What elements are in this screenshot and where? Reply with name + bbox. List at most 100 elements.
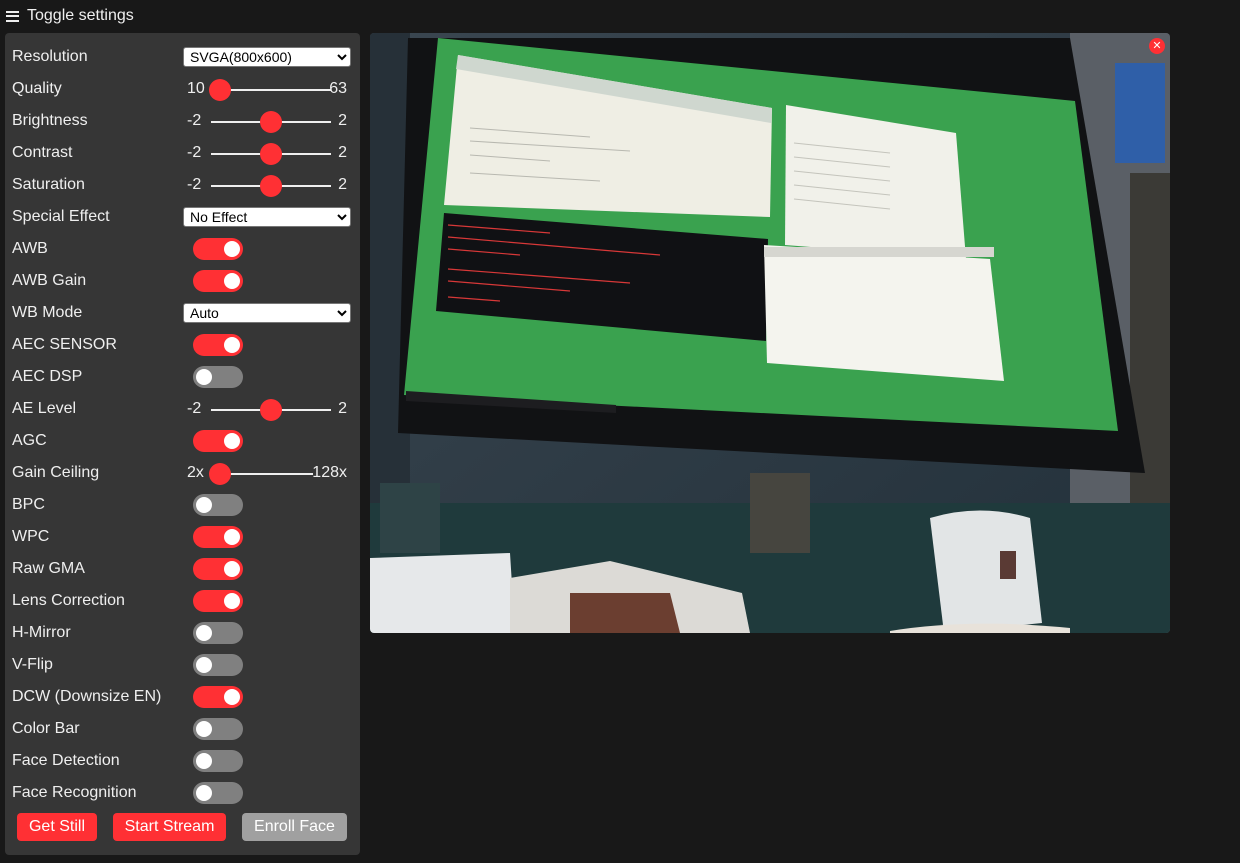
wpc-toggle-knob bbox=[224, 529, 240, 545]
setting-label-face_detect: Face Detection bbox=[12, 752, 120, 769]
setting-row-saturation: Saturation -2 2 bbox=[12, 169, 351, 201]
contrast-max-label: 2 bbox=[338, 144, 347, 161]
setting-label-hmirror: H-Mirror bbox=[12, 624, 71, 641]
setting-label-contrast: Contrast bbox=[12, 144, 73, 161]
close-stream-icon[interactable]: ✕ bbox=[1149, 38, 1165, 54]
brightness-min-label: -2 bbox=[187, 112, 202, 129]
hmirror-toggle[interactable] bbox=[193, 622, 243, 644]
gainceiling-max-label: 128x bbox=[312, 464, 347, 481]
setting-label-aec2: AEC DSP bbox=[12, 368, 83, 385]
setting-row-wpc: WPC bbox=[12, 521, 351, 553]
brightness-max-label: 2 bbox=[338, 112, 347, 129]
saturation-min-label: -2 bbox=[187, 176, 202, 193]
setting-label-colorbar: Color Bar bbox=[12, 720, 80, 737]
setting-row-awb_gain: AWB Gain bbox=[12, 265, 351, 297]
setting-label-framesize: Resolution bbox=[12, 48, 88, 65]
setting-row-vflip: V-Flip bbox=[12, 649, 351, 681]
setting-label-lenc: Lens Correction bbox=[12, 592, 125, 609]
awb_gain-toggle[interactable] bbox=[193, 270, 243, 292]
quality-slider[interactable]: 10 63 bbox=[181, 73, 353, 105]
wb_mode-select[interactable]: Auto bbox=[183, 303, 351, 323]
vflip-toggle[interactable] bbox=[193, 654, 243, 676]
vflip-toggle-knob bbox=[196, 657, 212, 673]
awb_gain-toggle-knob bbox=[224, 273, 240, 289]
toggle-settings-button[interactable]: Toggle settings bbox=[4, 4, 134, 28]
setting-label-gainceiling: Gain Ceiling bbox=[12, 464, 100, 481]
quality-max-label: 63 bbox=[329, 80, 347, 97]
setting-label-awb: AWB bbox=[12, 240, 48, 257]
contrast-thumb[interactable] bbox=[260, 143, 282, 165]
bpc-toggle-knob bbox=[196, 497, 212, 513]
contrast-min-label: -2 bbox=[187, 144, 202, 161]
dcw-toggle-knob bbox=[224, 689, 240, 705]
framesize-select[interactable]: SVGA(800x600) bbox=[183, 47, 351, 67]
awb-toggle[interactable] bbox=[193, 238, 243, 260]
hmirror-toggle-knob bbox=[196, 625, 212, 641]
setting-row-bpc: BPC bbox=[12, 489, 351, 521]
setting-row-hmirror: H-Mirror bbox=[12, 617, 351, 649]
setting-label-wpc: WPC bbox=[12, 528, 50, 545]
raw_gma-toggle[interactable] bbox=[193, 558, 243, 580]
quality-min-label: 10 bbox=[187, 80, 205, 97]
setting-row-dcw: DCW (Downsize EN) bbox=[12, 681, 351, 713]
brightness-thumb[interactable] bbox=[260, 111, 282, 133]
face_detect-toggle[interactable] bbox=[193, 750, 243, 772]
brightness-slider[interactable]: -2 2 bbox=[181, 105, 353, 137]
setting-row-quality: Quality 10 63 bbox=[12, 73, 351, 105]
camera-stream-image bbox=[370, 33, 1170, 633]
settings-panel: Resolution SVGA(800x600) Quality 10 63 Bright… bbox=[5, 33, 360, 855]
face_recognize-toggle-knob bbox=[196, 785, 212, 801]
setting-label-face_recognize: Face Recognition bbox=[12, 784, 137, 801]
ae_level-slider[interactable]: -2 2 bbox=[181, 393, 353, 425]
setting-row-special_effect: Special Effect No Effect bbox=[12, 201, 351, 233]
aec2-toggle[interactable] bbox=[193, 366, 243, 388]
gainceiling-slider[interactable]: 2x 128x bbox=[181, 457, 353, 489]
start-stream-button[interactable]: Start Stream bbox=[113, 813, 226, 841]
lenc-toggle-knob bbox=[224, 593, 240, 609]
face_recognize-toggle[interactable] bbox=[193, 782, 243, 804]
setting-row-awb: AWB bbox=[12, 233, 351, 265]
setting-label-saturation: Saturation bbox=[12, 176, 85, 193]
bpc-toggle[interactable] bbox=[193, 494, 243, 516]
colorbar-toggle[interactable] bbox=[193, 718, 243, 740]
camera-stream-view bbox=[370, 33, 1170, 633]
aec-toggle-knob bbox=[224, 337, 240, 353]
setting-label-vflip: V-Flip bbox=[12, 656, 53, 673]
saturation-thumb[interactable] bbox=[260, 175, 282, 197]
aec-toggle[interactable] bbox=[193, 334, 243, 356]
setting-row-lenc: Lens Correction bbox=[12, 585, 351, 617]
agc-toggle[interactable] bbox=[193, 430, 243, 452]
awb-toggle-knob bbox=[224, 241, 240, 257]
setting-label-quality: Quality bbox=[12, 80, 62, 97]
gainceiling-thumb[interactable] bbox=[209, 463, 231, 485]
setting-label-special_effect: Special Effect bbox=[12, 208, 110, 225]
contrast-slider[interactable]: -2 2 bbox=[181, 137, 353, 169]
ae_level-thumb[interactable] bbox=[260, 399, 282, 421]
get-still-button[interactable]: Get Still bbox=[17, 813, 97, 841]
setting-row-colorbar: Color Bar bbox=[12, 713, 351, 745]
setting-label-bpc: BPC bbox=[12, 496, 45, 513]
setting-row-agc: AGC bbox=[12, 425, 351, 457]
setting-label-wb_mode: WB Mode bbox=[12, 304, 83, 321]
setting-row-gainceiling: Gain Ceiling 2x 128x bbox=[12, 457, 351, 489]
gainceiling-min-label: 2x bbox=[187, 464, 204, 481]
saturation-slider[interactable]: -2 2 bbox=[181, 169, 353, 201]
enroll-face-button[interactable]: Enroll Face bbox=[242, 813, 347, 841]
lenc-toggle[interactable] bbox=[193, 590, 243, 612]
setting-row-face_recognize: Face Recognition bbox=[12, 777, 351, 809]
face_detect-toggle-knob bbox=[196, 753, 212, 769]
setting-row-ae_level: AE Level -2 2 bbox=[12, 393, 351, 425]
wpc-toggle[interactable] bbox=[193, 526, 243, 548]
special_effect-select[interactable]: No Effect bbox=[183, 207, 351, 227]
saturation-max-label: 2 bbox=[338, 176, 347, 193]
setting-row-aec: AEC SENSOR bbox=[12, 329, 351, 361]
setting-label-dcw: DCW (Downsize EN) bbox=[12, 688, 162, 705]
toggle-settings-label: Toggle settings bbox=[27, 7, 134, 24]
raw_gma-toggle-knob bbox=[224, 561, 240, 577]
setting-label-awb_gain: AWB Gain bbox=[12, 272, 87, 289]
setting-label-raw_gma: Raw GMA bbox=[12, 560, 85, 577]
dcw-toggle[interactable] bbox=[193, 686, 243, 708]
setting-row-wb_mode: WB Mode Auto bbox=[12, 297, 351, 329]
setting-row-contrast: Contrast -2 2 bbox=[12, 137, 351, 169]
quality-thumb[interactable] bbox=[209, 79, 231, 101]
